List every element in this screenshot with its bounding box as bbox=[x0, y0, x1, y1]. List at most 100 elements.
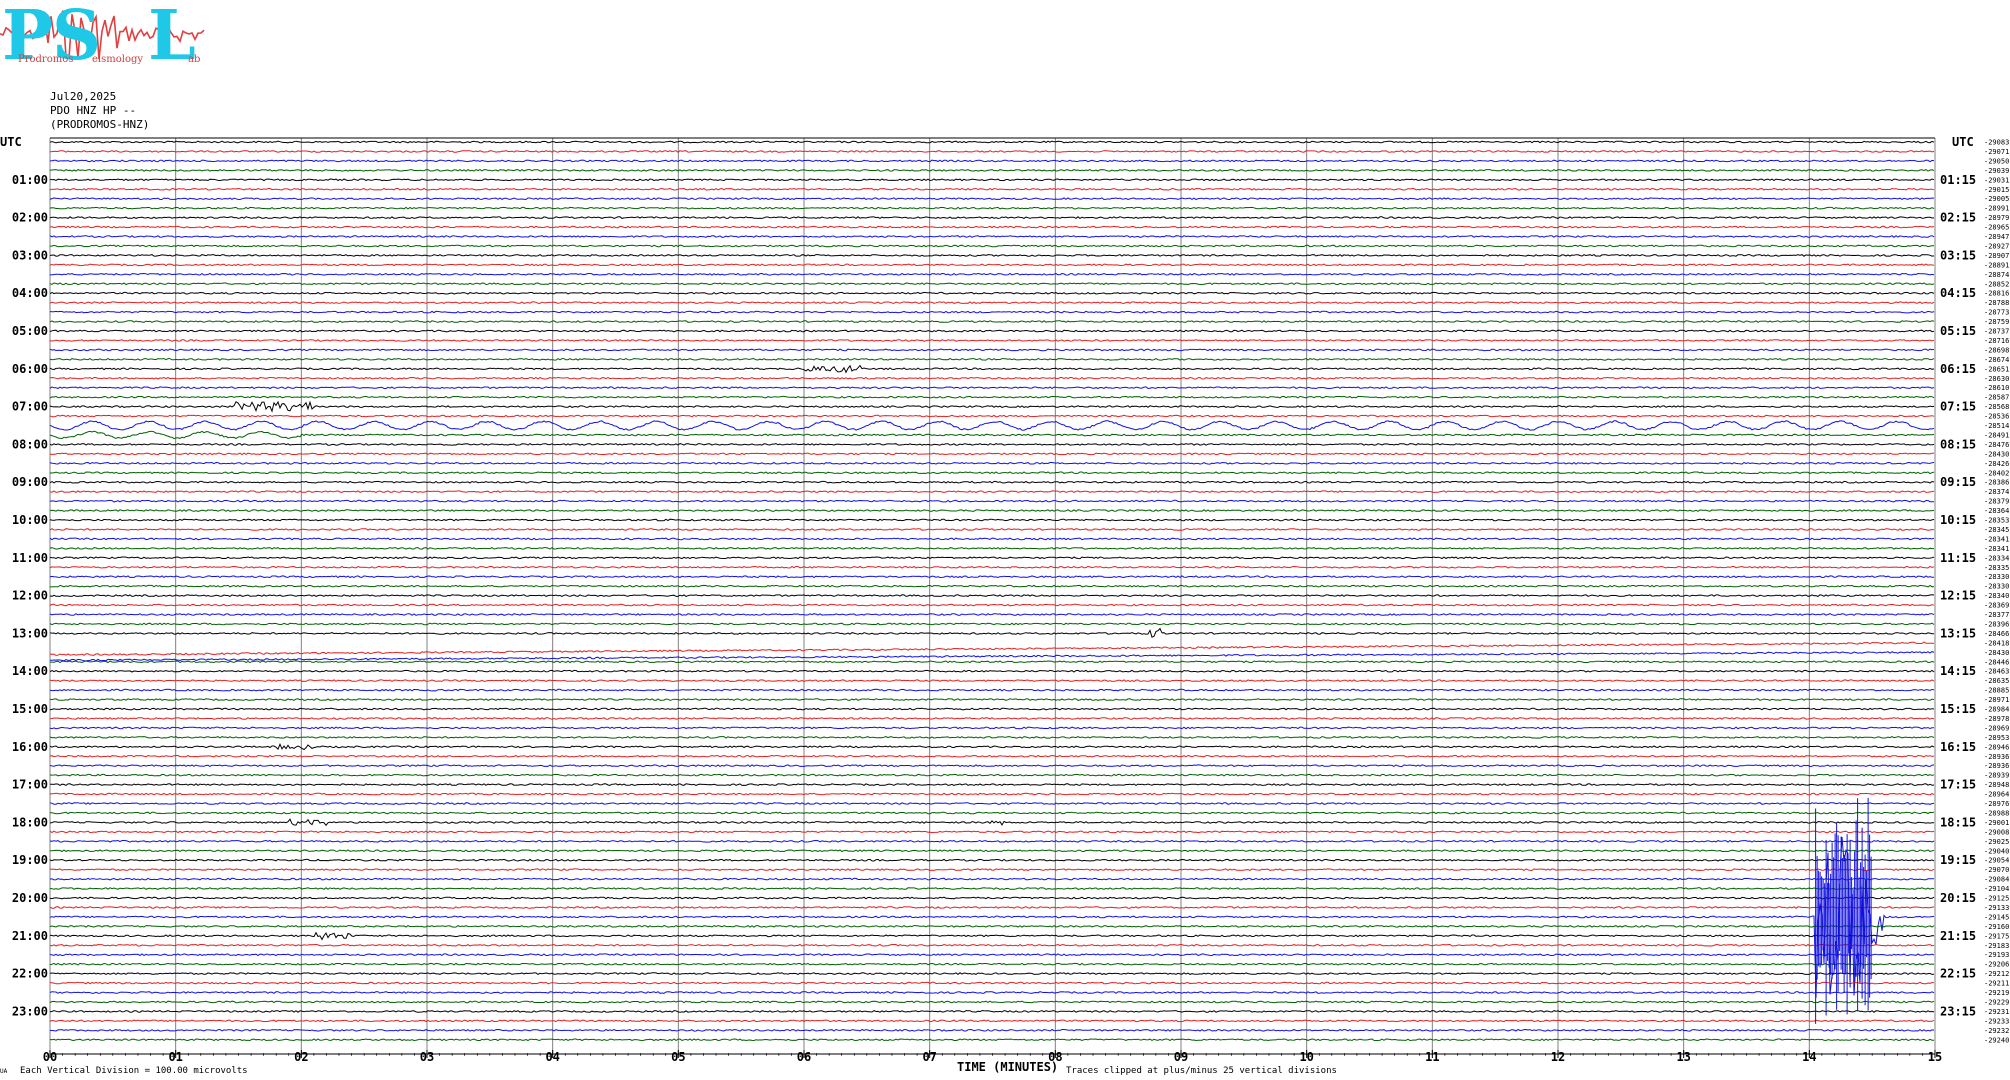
x-tick-label-03: 03 bbox=[420, 1050, 434, 1064]
trace-line bbox=[49, 178, 1935, 182]
trace-line bbox=[49, 357, 1935, 361]
trace-offset-label: -29133 bbox=[1984, 904, 2009, 912]
trace-line bbox=[49, 792, 1935, 796]
trace-offset-label: -28491 bbox=[1984, 431, 2009, 439]
trace-line bbox=[49, 518, 1935, 522]
hour-label-right: 20:15 bbox=[1940, 891, 1976, 905]
footer-vertical-division: Each Vertical Division = 100.00 microvol… bbox=[20, 1066, 248, 1076]
trace-line bbox=[49, 972, 1935, 976]
trace-line bbox=[49, 471, 1935, 475]
trace-offset-label: -29083 bbox=[1984, 139, 2009, 147]
chart-grid bbox=[49, 137, 1936, 1058]
seismogram-page: P S L Prodromos eismology ab Jul20,2025 … bbox=[0, 0, 2010, 1080]
x-tick-label-12: 12 bbox=[1551, 1050, 1565, 1064]
chart-labels: 00 01 02 03 04 05 06 07 08 09 10 11 12 13 14 1501:0002:… bbox=[12, 139, 2009, 1065]
trace-line bbox=[49, 452, 1935, 456]
footer-clip-note: Traces clipped at plus/minus 25 vertical… bbox=[1066, 1066, 1337, 1076]
trace-offset-label: -29084 bbox=[1984, 876, 2009, 884]
trace-line bbox=[49, 613, 1935, 616]
trace-offset-label: -28969 bbox=[1984, 724, 2009, 732]
trace-offset-label: -28587 bbox=[1984, 394, 2009, 402]
hour-label-left: 05:00 bbox=[12, 324, 48, 338]
trace-offset-label: -28979 bbox=[1984, 214, 2009, 222]
hour-label-left: 15:00 bbox=[12, 702, 48, 716]
trace-offset-label: -28964 bbox=[1984, 791, 2009, 799]
trace-offset-label: -28759 bbox=[1984, 318, 2009, 326]
trace-line bbox=[49, 991, 1935, 994]
x-tick-label-05: 05 bbox=[671, 1050, 685, 1064]
trace-line bbox=[49, 802, 1935, 805]
trace-offset-label: -29039 bbox=[1984, 167, 2009, 175]
x-tick-label-07: 07 bbox=[922, 1050, 936, 1064]
trace-line bbox=[49, 168, 1935, 172]
trace-offset-label: -29031 bbox=[1984, 176, 2009, 184]
trace-line bbox=[49, 225, 1935, 229]
trace-line bbox=[49, 364, 1935, 374]
trace-offset-label: -28965 bbox=[1984, 224, 2009, 232]
hour-label-left: 18:00 bbox=[12, 815, 48, 829]
hour-label-left: 11:00 bbox=[12, 551, 48, 565]
trace-offset-label: -29240 bbox=[1984, 1036, 2009, 1044]
x-tick-label-15: 15 bbox=[1928, 1050, 1942, 1064]
hour-label-right: 23:15 bbox=[1940, 1004, 1976, 1018]
trace-offset-label: -28988 bbox=[1984, 809, 2009, 817]
trace-line bbox=[49, 395, 1935, 399]
trace-line bbox=[49, 1019, 1935, 1023]
hour-label-left: 06:00 bbox=[12, 362, 48, 376]
trace-line bbox=[49, 1038, 1935, 1042]
trace-offset-label: -28939 bbox=[1984, 772, 2009, 780]
trace-offset-label: -29040 bbox=[1984, 847, 2009, 855]
trace-line bbox=[49, 896, 1935, 900]
trace-offset-label: -29015 bbox=[1984, 186, 2009, 194]
hour-label-left: 12:00 bbox=[12, 589, 48, 603]
trace-offset-label: -28971 bbox=[1984, 696, 2009, 704]
trace-line bbox=[49, 1000, 1935, 1004]
trace-line bbox=[49, 764, 1935, 768]
trace-offset-label: -28364 bbox=[1984, 507, 2009, 515]
hour-label-right: 21:15 bbox=[1940, 929, 1976, 943]
trace-line bbox=[50, 584, 1935, 588]
utc-label-left: UTC bbox=[0, 135, 22, 149]
hour-label-right: 16:15 bbox=[1940, 740, 1976, 754]
trace-line bbox=[49, 320, 1935, 323]
trace-offset-label: -28463 bbox=[1984, 668, 2009, 676]
trace-offset-label: -29008 bbox=[1984, 828, 2009, 836]
trace-offset-label: -28340 bbox=[1984, 592, 2009, 600]
hour-label-right: 06:15 bbox=[1940, 362, 1976, 376]
trace-offset-label: -28341 bbox=[1984, 545, 2009, 553]
trace-offset-label: -29104 bbox=[1984, 885, 2009, 893]
trace-line bbox=[49, 461, 1935, 465]
trace-offset-label: -29071 bbox=[1984, 148, 2009, 156]
trace-offset-label: -28635 bbox=[1984, 677, 2009, 685]
trace-offset-label: -28885 bbox=[1984, 687, 2009, 695]
hour-label-left: 23:00 bbox=[12, 1004, 48, 1018]
hour-label-right: 18:15 bbox=[1940, 815, 1976, 829]
trace-offset-label: -29206 bbox=[1984, 961, 2009, 969]
trace-line bbox=[49, 924, 1935, 928]
trace-offset-label: -29005 bbox=[1984, 195, 2009, 203]
trace-offset-label: -28369 bbox=[1984, 602, 2009, 610]
trace-offset-label: -29001 bbox=[1984, 819, 2009, 827]
trace-offset-label: -28341 bbox=[1984, 535, 2009, 543]
trace-offset-label: -28953 bbox=[1984, 734, 2009, 742]
hour-label-left: 02:00 bbox=[12, 211, 48, 225]
chart-traces bbox=[49, 140, 1935, 1042]
trace-line bbox=[49, 282, 1935, 286]
trace-offset-label: -28630 bbox=[1984, 375, 2009, 383]
trace-line bbox=[49, 565, 1935, 569]
trace-offset-label: -28716 bbox=[1984, 337, 2009, 345]
trace-line bbox=[49, 376, 1935, 380]
trace-line bbox=[49, 197, 1935, 201]
hour-label-right: 02:15 bbox=[1940, 211, 1976, 225]
trace-offset-label: -29070 bbox=[1984, 866, 2009, 874]
trace-line bbox=[49, 546, 1934, 550]
trace-offset-label: -28402 bbox=[1984, 469, 2009, 477]
trace-line bbox=[49, 877, 1934, 881]
trace-offset-label: -28891 bbox=[1984, 261, 2009, 269]
trace-line bbox=[49, 953, 1935, 957]
trace-offset-label: -28330 bbox=[1984, 573, 2009, 581]
trace-line bbox=[49, 783, 1935, 787]
trace-offset-label: -29232 bbox=[1984, 1027, 2009, 1035]
trace-line bbox=[49, 717, 1935, 720]
trace-offset-label: -28430 bbox=[1984, 450, 2009, 458]
